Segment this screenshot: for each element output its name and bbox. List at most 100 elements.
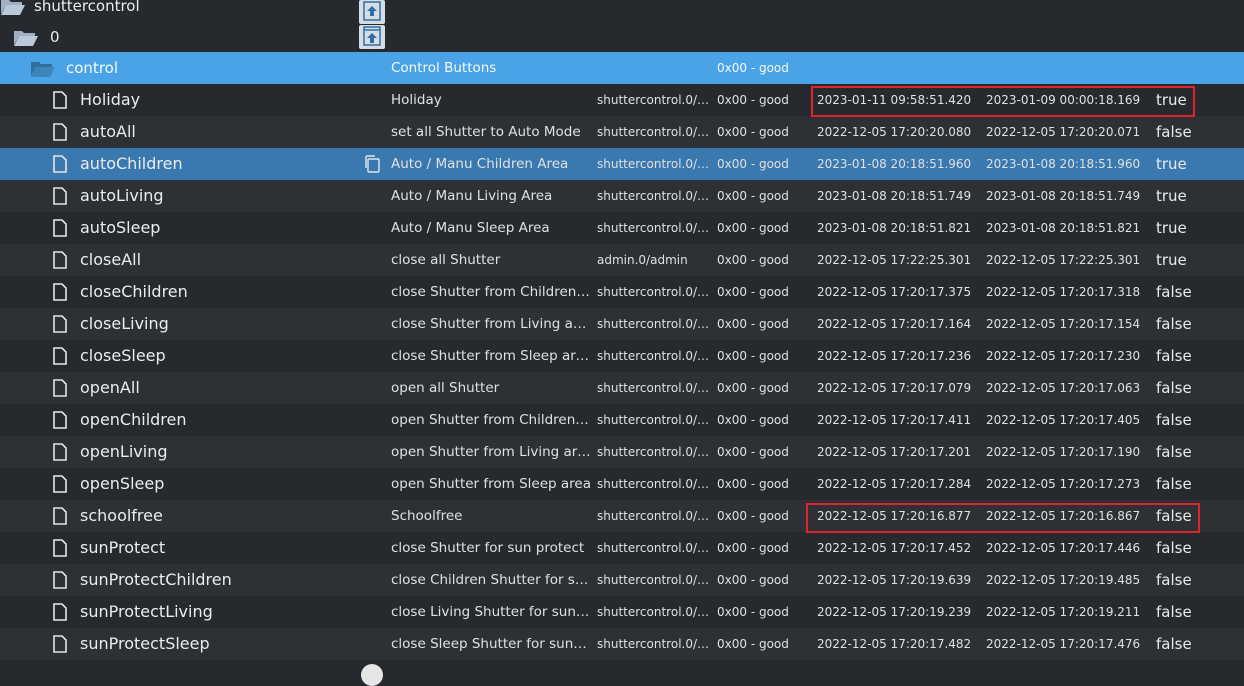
- row-value[interactable]: true: [1156, 148, 1236, 180]
- row-timestamp: 2022-12-05 17:20:17.164: [817, 317, 972, 331]
- row-status: 0x00 - good: [717, 189, 789, 203]
- row-last-change: 2023-01-08 20:18:51.821: [986, 221, 1141, 235]
- folder-status: 0x00 - good: [717, 61, 789, 75]
- row-name: closeLiving: [80, 314, 169, 333]
- row-timestamp: 2022-12-05 17:20:17.452: [817, 541, 972, 555]
- row-status: 0x00 - good: [717, 381, 789, 395]
- row-name: autoChildren: [80, 154, 183, 173]
- row-timestamp: 2022-12-05 17:20:17.411: [817, 413, 972, 427]
- table-row[interactable]: closeChildren close Shutter from Children…: [0, 276, 1244, 308]
- row-value[interactable]: false: [1156, 340, 1236, 372]
- tree-row-control[interactable]: control Control Buttons 0x00 - good: [0, 52, 1244, 84]
- row-value[interactable]: false: [1156, 532, 1236, 564]
- row-value[interactable]: false: [1156, 308, 1236, 340]
- file-icon: [53, 539, 67, 557]
- row-role: shuttercontrol.0/ad...: [597, 157, 710, 171]
- table-row[interactable]: closeSleep close Shutter from Sleep area s…: [0, 340, 1244, 372]
- row-value[interactable]: false: [1156, 628, 1236, 660]
- row-role: shuttercontrol.0/ad...: [597, 285, 710, 299]
- row-role: shuttercontrol.0/ad...: [597, 445, 710, 459]
- row-role: shuttercontrol.0/ad...: [597, 477, 710, 491]
- row-role: shuttercontrol.0/ad...: [597, 125, 710, 139]
- file-icon: [53, 411, 67, 429]
- row-status: 0x00 - good: [717, 125, 789, 139]
- table-row[interactable]: autoAll set all Shutter to Auto Mode shutt…: [0, 116, 1244, 148]
- table-row[interactable]: closeLiving close Shutter from Living are…: [0, 308, 1244, 340]
- row-value[interactable]: true: [1156, 244, 1236, 276]
- row-name: schoolfree: [80, 506, 163, 525]
- row-value[interactable]: true: [1156, 212, 1236, 244]
- row-role: shuttercontrol.0/ad...: [597, 349, 710, 363]
- table-row[interactable]: sunProtectLiving close Living Shutter for…: [0, 596, 1244, 628]
- row-value[interactable]: false: [1156, 276, 1236, 308]
- table-row[interactable]: autoChildren Auto / Manu Children Area shu…: [0, 148, 1244, 180]
- row-name: sunProtectLiving: [80, 602, 213, 621]
- scroll-handle[interactable]: [361, 664, 383, 686]
- row-value[interactable]: false: [1156, 596, 1236, 628]
- table-row[interactable]: closeAll close all Shutter admin.0/admin 0x…: [0, 244, 1244, 276]
- table-row[interactable]: openLiving open Shutter from Living area s…: [0, 436, 1244, 468]
- row-value[interactable]: true: [1156, 84, 1236, 116]
- row-timestamp: 2022-12-05 17:20:20.080: [817, 125, 972, 139]
- table-row[interactable]: sunProtect close Shutter for sun protect s…: [0, 532, 1244, 564]
- row-value[interactable]: false: [1156, 372, 1236, 404]
- row-name: openSleep: [80, 474, 165, 493]
- table-row[interactable]: openSleep open Shutter from Sleep area shu…: [0, 468, 1244, 500]
- file-icon: [53, 603, 67, 621]
- row-role: shuttercontrol.0/ad...: [597, 413, 710, 427]
- file-icon: [53, 155, 67, 173]
- row-last-change: 2022-12-05 17:20:17.476: [986, 637, 1141, 651]
- file-icon: [53, 475, 67, 493]
- expand-level-button[interactable]: [359, 25, 385, 49]
- table-row[interactable]: openAll open all Shutter shuttercontrol.0/…: [0, 372, 1244, 404]
- file-icon: [53, 91, 67, 109]
- row-timestamp: 2022-12-05 17:20:17.201: [817, 445, 972, 459]
- row-role: shuttercontrol.0/ad...: [597, 317, 710, 331]
- table-row[interactable]: sunProtectSleep close Sleep Shutter for s…: [0, 628, 1244, 660]
- copy-icon[interactable]: [362, 154, 382, 174]
- folder-open-icon: [14, 31, 38, 46]
- row-status: 0x00 - good: [717, 541, 789, 555]
- row-timestamp: 2022-12-05 17:20:16.877: [817, 509, 972, 523]
- table-row[interactable]: Holiday Holiday shuttercontrol.0/ad... 0x00…: [0, 84, 1244, 116]
- table-row[interactable]: autoLiving Auto / Manu Living Area shutter…: [0, 180, 1244, 212]
- row-value[interactable]: false: [1156, 500, 1236, 532]
- row-name: closeSleep: [80, 346, 166, 365]
- row-role: shuttercontrol.0/ad...: [597, 189, 710, 203]
- row-value[interactable]: false: [1156, 404, 1236, 436]
- row-name: autoLiving: [80, 186, 164, 205]
- row-description: close Shutter from Living area: [391, 316, 591, 332]
- row-description: close Shutter from Sleep area: [391, 348, 591, 364]
- row-timestamp: 2022-12-05 17:20:17.482: [817, 637, 972, 651]
- row-value[interactable]: false: [1156, 564, 1236, 596]
- row-value[interactable]: true: [1156, 180, 1236, 212]
- tree-row-0[interactable]: 0: [0, 21, 1244, 53]
- row-description: open Shutter from Living area: [391, 444, 591, 460]
- file-icon: [53, 443, 67, 461]
- row-description: open Shutter from Children area: [391, 412, 591, 428]
- file-icon: [53, 571, 67, 589]
- table-row[interactable]: openChildren open Shutter from Children a…: [0, 404, 1244, 436]
- tree-label: control: [66, 59, 118, 77]
- table-row[interactable]: autoSleep Auto / Manu Sleep Area shutterco…: [0, 212, 1244, 244]
- row-last-change: 2022-12-05 17:20:17.405: [986, 413, 1141, 427]
- row-description: close Shutter from Children area: [391, 284, 591, 300]
- row-name: sunProtectSleep: [80, 634, 210, 653]
- row-timestamp: 2022-12-05 17:20:17.284: [817, 477, 972, 491]
- folder-open-icon: [1, 0, 25, 15]
- row-description: close Shutter for sun protect: [391, 540, 585, 556]
- table-row[interactable]: schoolfree Schoolfree shuttercontrol.0/ad.…: [0, 500, 1244, 532]
- row-timestamp: 2023-01-08 20:18:51.960: [817, 157, 972, 171]
- row-value[interactable]: false: [1156, 468, 1236, 500]
- row-status: 0x00 - good: [717, 509, 789, 523]
- row-name: openAll: [80, 378, 140, 397]
- row-last-change: 2022-12-05 17:20:17.063: [986, 381, 1141, 395]
- row-value[interactable]: false: [1156, 116, 1236, 148]
- file-icon: [53, 635, 67, 653]
- row-value[interactable]: false: [1156, 436, 1236, 468]
- tree-row-shuttercontrol[interactable]: shuttercontrol: [0, 0, 1244, 22]
- file-icon: [53, 251, 67, 269]
- table-row[interactable]: sunProtectChildren close Children Shutter…: [0, 564, 1244, 596]
- row-description: open Shutter from Sleep area: [391, 476, 591, 492]
- row-role: admin.0/admin: [597, 253, 688, 267]
